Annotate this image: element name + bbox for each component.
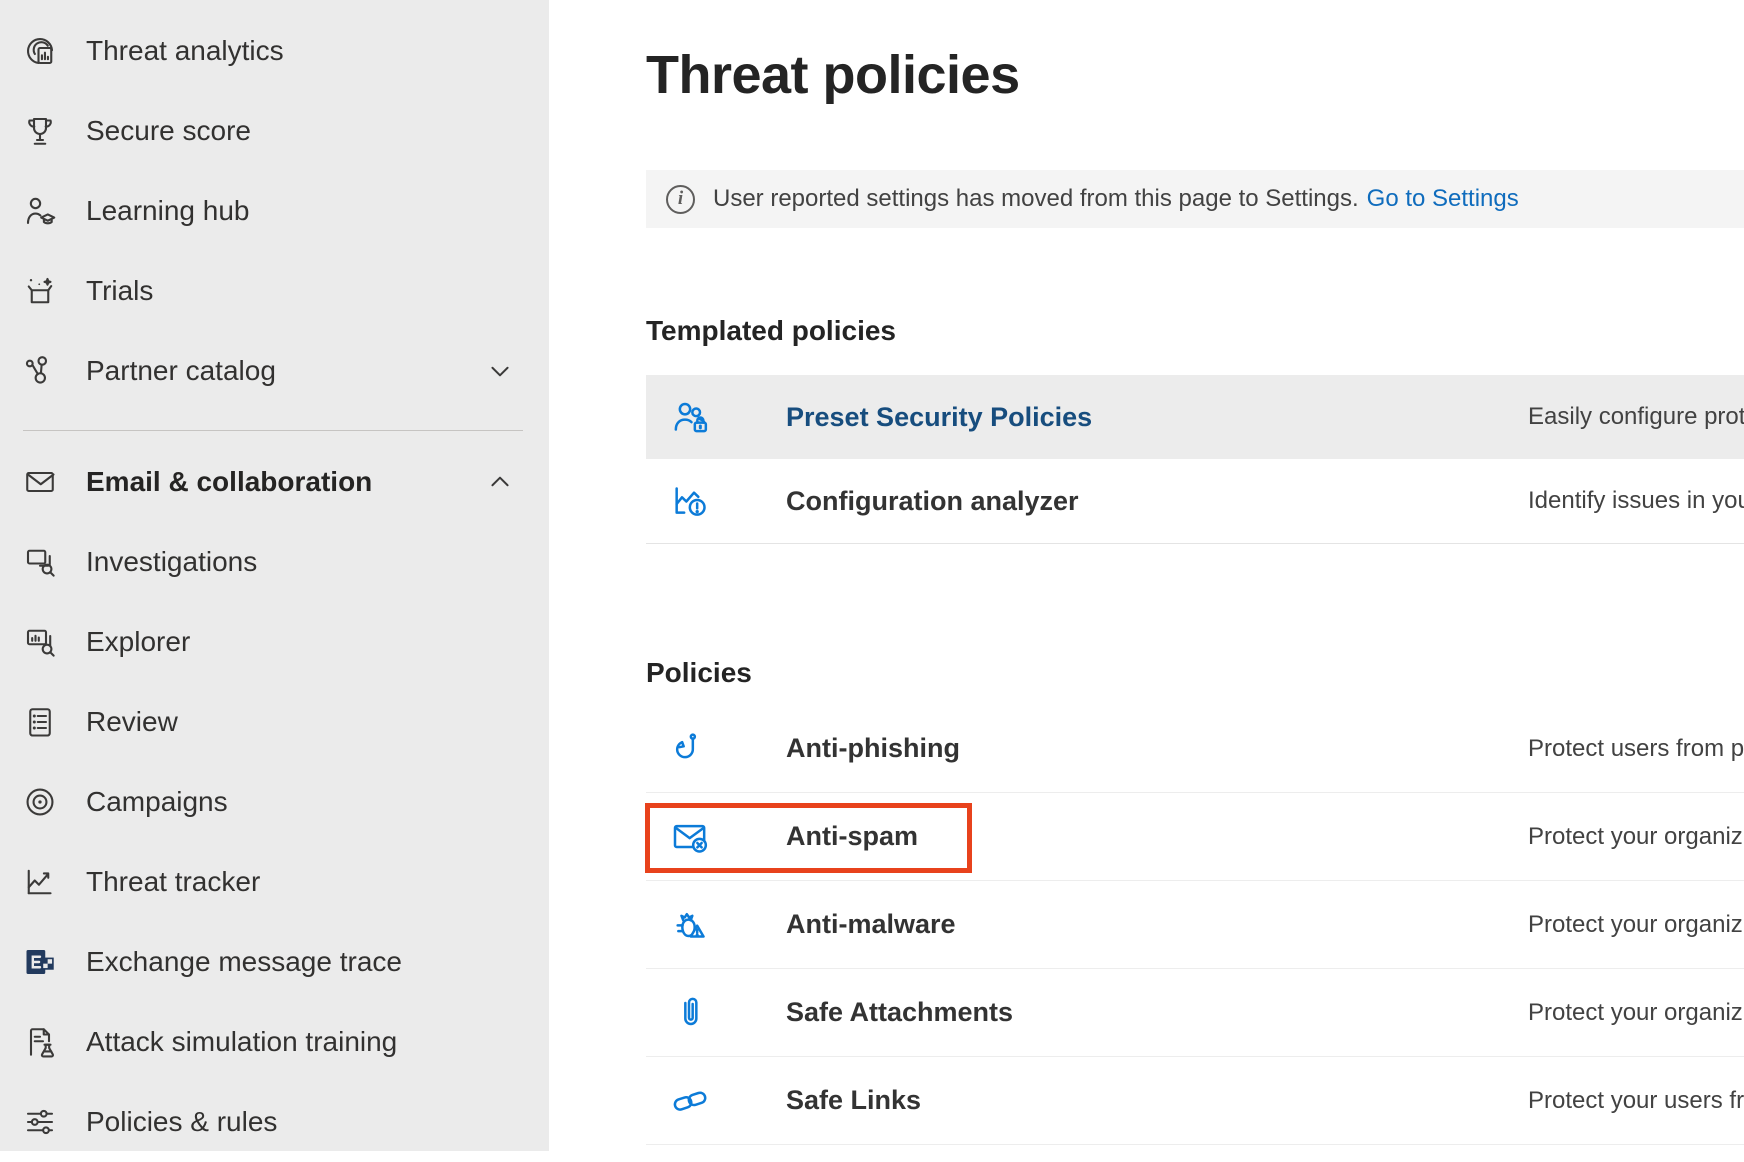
chevron-up-icon[interactable] [487, 469, 513, 495]
clipboard-list-icon [22, 704, 58, 740]
fish-hook-icon [670, 729, 710, 769]
document-flask-icon [22, 1024, 58, 1060]
row-description: Protect users from p [1528, 735, 1744, 763]
sidebar-item-learning-hub[interactable]: Learning hub [0, 171, 549, 251]
go-to-settings-link[interactable]: Go to Settings [1367, 185, 1519, 213]
policies-heading: Policies [646, 656, 1744, 690]
row-safe-attachments[interactable]: Safe Attachments Protect your organiz [646, 969, 1744, 1057]
molecule-icon [22, 353, 58, 389]
paperclip-icon [670, 993, 710, 1033]
sidebar-item-label: Policies & rules [86, 1106, 277, 1138]
row-description: Protect your users fr [1528, 1087, 1744, 1115]
row-label: Preset Security Policies [786, 402, 1528, 433]
people-lock-icon [670, 397, 710, 437]
sidebar-item-label: Partner catalog [86, 355, 276, 387]
envelope-block-icon [670, 817, 710, 857]
row-label: Safe Attachments [786, 997, 1528, 1028]
row-safe-links[interactable]: Safe Links Protect your users fr [646, 1057, 1744, 1145]
row-label: Safe Links [786, 1085, 1528, 1116]
sidebar-item-attack-simulation-training[interactable]: Attack simulation training [0, 1002, 549, 1082]
sidebar-divider [23, 430, 523, 431]
sidebar-item-campaigns[interactable]: Campaigns [0, 762, 549, 842]
sidebar-item-label: Exchange message trace [86, 946, 402, 978]
info-banner-text: User reported settings has moved from th… [713, 185, 1359, 213]
policies-list: Anti-phishing Protect users from p Anti-… [646, 705, 1744, 1145]
sidebar-item-investigations[interactable]: Investigations [0, 522, 549, 602]
sidebar-item-trials[interactable]: Trials [0, 251, 549, 331]
bullseye-icon [22, 784, 58, 820]
row-description: Protect your organiz [1528, 911, 1744, 939]
row-label: Anti-malware [786, 909, 1528, 940]
row-anti-spam[interactable]: Anti-spam Protect your organiz [646, 793, 1744, 881]
sidebar-item-exchange-message-trace[interactable]: Exchange message trace [0, 922, 549, 1002]
sidebar-item-secure-score[interactable]: Secure score [0, 91, 549, 171]
sidebar-item-label: Explorer [86, 626, 190, 658]
documents-search-icon [22, 624, 58, 660]
sidebar-item-label: Trials [86, 275, 153, 307]
sidebar-item-label: Threat tracker [86, 866, 260, 898]
sidebar-item-label: Threat analytics [86, 35, 284, 67]
sidebar-item-policies-rules[interactable]: Policies & rules [0, 1082, 549, 1162]
trophy-icon [22, 113, 58, 149]
sidebar-item-threat-analytics[interactable]: Threat analytics [0, 11, 549, 91]
row-label: Anti-phishing [786, 733, 1528, 764]
sidebar-item-email-collaboration[interactable]: Email & collaboration [0, 442, 549, 522]
sidebar-item-partner-catalog[interactable]: Partner catalog [0, 331, 549, 411]
bug-warning-icon [670, 905, 710, 945]
row-description: Easily configure prot [1528, 403, 1744, 431]
row-configuration-analyzer[interactable]: Configuration analyzer Identify issues i… [646, 459, 1744, 543]
templated-policies-list: Preset Security Policies Easily configur… [646, 375, 1744, 544]
row-anti-malware[interactable]: Anti-malware Protect your organiz [646, 881, 1744, 969]
sidebar-item-label: Review [86, 706, 178, 738]
gift-sparkle-icon [22, 273, 58, 309]
sidebar-item-label: Learning hub [86, 195, 249, 227]
row-description: Protect your organiz [1528, 823, 1744, 851]
row-label: Anti-spam [786, 821, 1528, 852]
templated-policies-heading: Templated policies [646, 314, 1744, 348]
sidebar: Threat analytics Secure score Learning h… [0, 0, 549, 1151]
exchange-logo-icon [22, 944, 58, 980]
row-preset-security-policies[interactable]: Preset Security Policies Easily configur… [646, 375, 1744, 459]
sidebar-item-label: Investigations [86, 546, 257, 578]
main-content: Threat policies i User reported settings… [549, 0, 1744, 1151]
sidebar-item-threat-tracker[interactable]: Threat tracker [0, 842, 549, 922]
page-title: Threat policies [646, 44, 1744, 106]
graduate-person-icon [22, 193, 58, 229]
row-label: Configuration analyzer [786, 486, 1528, 517]
chat-search-icon [22, 544, 58, 580]
row-anti-phishing[interactable]: Anti-phishing Protect users from p [646, 705, 1744, 793]
chart-alert-icon [670, 481, 710, 521]
row-description: Identify issues in you [1528, 487, 1744, 515]
chevron-down-icon[interactable] [487, 358, 513, 384]
sidebar-item-review[interactable]: Review [0, 682, 549, 762]
chain-links-icon [670, 1081, 710, 1121]
sidebar-item-label: Secure score [86, 115, 251, 147]
envelope-icon [22, 464, 58, 500]
sidebar-item-label: Attack simulation training [86, 1026, 397, 1058]
row-description: Protect your organiz [1528, 999, 1744, 1027]
sliders-icon [22, 1104, 58, 1140]
info-banner: i User reported settings has moved from … [646, 170, 1744, 228]
trend-chart-icon [22, 864, 58, 900]
sidebar-item-label: Campaigns [86, 786, 228, 818]
info-icon: i [666, 185, 695, 214]
sidebar-item-explorer[interactable]: Explorer [0, 602, 549, 682]
threat-analytics-icon [22, 33, 58, 69]
sidebar-item-label: Email & collaboration [86, 466, 372, 498]
